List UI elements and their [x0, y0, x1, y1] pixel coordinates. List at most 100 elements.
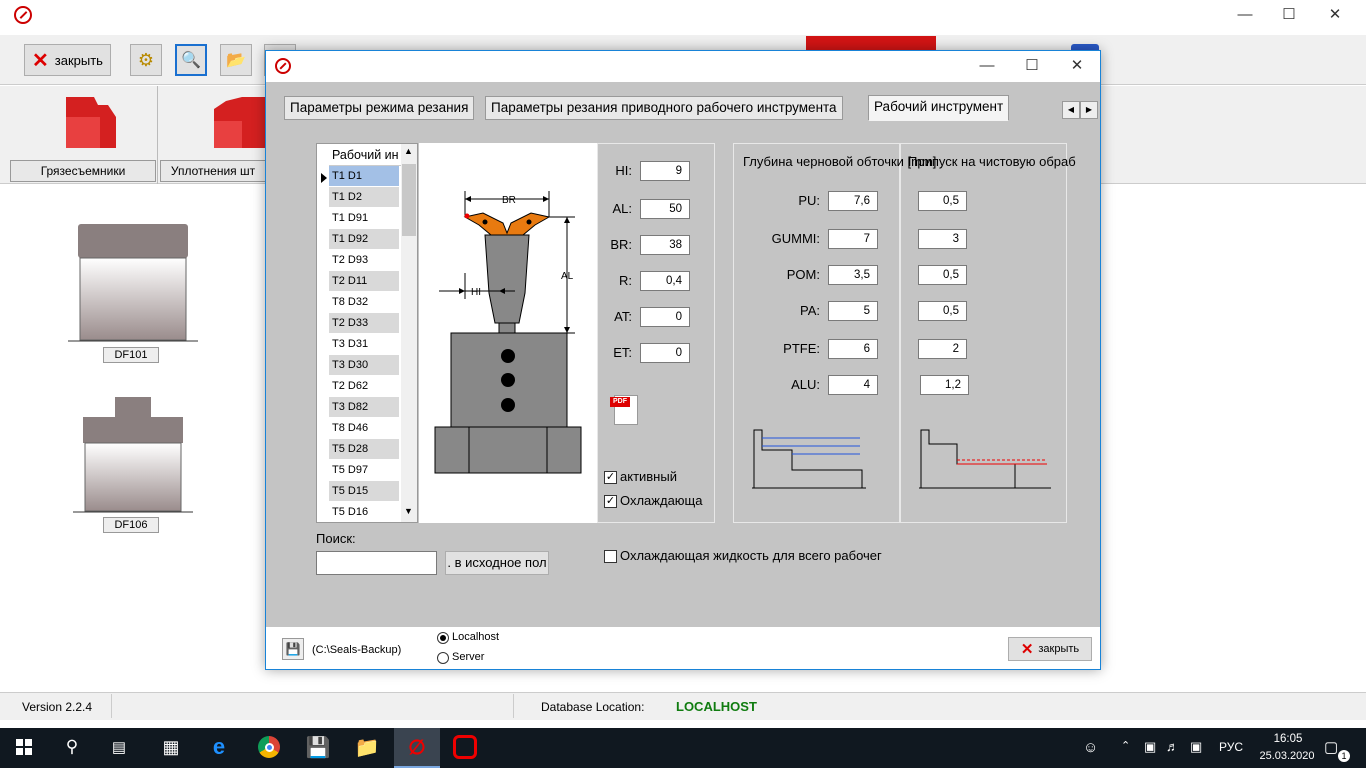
tool-list-item[interactable]: T3 D31 — [329, 334, 399, 354]
language-indicator[interactable]: РУС — [1219, 740, 1243, 754]
clock-date[interactable]: 25.03.2020 — [1254, 750, 1320, 762]
radio-localhost-label: Localhost — [452, 631, 500, 643]
open-folder-icon[interactable]: 📂 — [220, 44, 252, 76]
notifications-icon[interactable]: ▢ — [1324, 738, 1338, 756]
battery-icon[interactable]: ▣ — [1190, 739, 1202, 755]
param-input[interactable]: 0 — [640, 343, 690, 363]
finish-allowance-input[interactable]: 2 — [918, 339, 967, 359]
active-checkbox[interactable]: ✓ — [604, 471, 617, 484]
tool-list-item[interactable]: T2 D93 — [329, 250, 399, 270]
rough-depth-input[interactable]: 3,5 — [828, 265, 878, 285]
param-input[interactable]: 50 — [640, 199, 690, 219]
save-app-icon[interactable]: 💾 — [303, 732, 333, 762]
search-taskbar-icon[interactable]: ⚲ — [57, 732, 87, 762]
finish-allowance-input[interactable]: 3 — [918, 229, 967, 249]
edge-icon[interactable]: e — [204, 732, 234, 762]
param-input[interactable]: 0 — [640, 307, 690, 327]
tools-icon[interactable]: ⚙ — [130, 44, 162, 76]
volume-icon[interactable]: ♬ — [1166, 739, 1179, 754]
finish-allowance-input[interactable]: 0,5 — [918, 265, 967, 285]
cooling-checkbox[interactable]: ✓ — [604, 495, 617, 508]
tool-list-item[interactable]: T5 D15 — [329, 481, 399, 501]
tool-list-item[interactable]: T5 D16 — [329, 502, 399, 522]
material-label: PTFE: — [783, 341, 820, 356]
rough-depth-input[interactable]: 7 — [828, 229, 878, 249]
tool-list-item[interactable]: T1 D2 — [329, 187, 399, 207]
network-icon[interactable]: ▣ — [1144, 739, 1156, 755]
dialog-minimize-icon[interactable]: — — [964, 51, 1010, 81]
tool-list-item[interactable]: T1 D91 — [329, 208, 399, 228]
tab-driven-tool-params[interactable]: Параметры резания приводного рабочего ин… — [485, 96, 843, 120]
rough-depth-input[interactable]: 4 — [828, 375, 878, 395]
status-divider — [111, 694, 112, 718]
tab-scroll-left-icon[interactable]: ◀ — [1062, 101, 1080, 119]
tool-list-item[interactable]: T5 D28 — [329, 439, 399, 459]
coolant-all-checkbox[interactable] — [604, 550, 617, 563]
pdf-icon[interactable]: PDF — [610, 395, 640, 425]
tool-list-item[interactable]: T8 D32 — [329, 292, 399, 312]
chrome-icon[interactable] — [254, 732, 284, 762]
finish-allowance-input[interactable]: 0,5 — [918, 191, 967, 211]
param-input[interactable]: 38 — [640, 235, 690, 255]
show-hidden-icon[interactable]: ⌃ — [1121, 739, 1130, 752]
cooling-checkbox-label: Охлаждающа — [620, 493, 703, 508]
seals-app-icon[interactable]: ∅ — [402, 732, 432, 762]
explorer-icon[interactable]: 📁 — [352, 732, 382, 762]
product-df101-label[interactable]: DF101 — [103, 347, 159, 363]
tool-list-item[interactable]: T1 D1 — [329, 166, 399, 186]
tool-list-item[interactable]: T2 D11 — [329, 271, 399, 291]
category-wipers[interactable]: Грязесъемники — [10, 160, 156, 182]
tool-diagram-image: BR AL HI — [434, 191, 582, 474]
tab-working-tool[interactable]: Рабочий инструмент — [868, 95, 1010, 121]
maximize-icon[interactable]: ☐ — [1266, 0, 1312, 30]
notification-count-badge: 1 — [1338, 750, 1350, 762]
backup-icon[interactable]: 💾 — [282, 638, 304, 660]
calculator-icon[interactable]: ▦ — [156, 732, 186, 762]
rough-depth-input[interactable]: 7,6 — [828, 191, 878, 211]
search-preview-icon[interactable]: 🔍 — [175, 44, 207, 76]
tab-cutting-mode[interactable]: Параметры режима резания — [284, 96, 475, 120]
param-input[interactable]: 0,4 — [640, 271, 690, 291]
tool-list-scrollbar[interactable]: ▲ ▼ — [401, 144, 417, 522]
scroll-down-icon[interactable]: ▼ — [404, 506, 413, 516]
diagram-br-label: BR — [502, 195, 516, 206]
tool-list[interactable]: Рабочий ин T1 D1 T1 D2 T1 D91 T1 D92 T2 D93 T… — [316, 143, 418, 523]
reset-position-button[interactable]: . в исходное пол — [445, 551, 549, 575]
dialog-maximize-icon[interactable]: ☐ — [1009, 51, 1055, 81]
category-rod-seals[interactable]: Уплотнения шт — [160, 160, 266, 182]
dialog-close-icon[interactable]: ✕ — [1054, 51, 1100, 81]
tool-list-item[interactable]: T5 D97 — [329, 460, 399, 480]
tab-scroll-right-icon[interactable]: ▶ — [1080, 101, 1098, 119]
tool-list-item[interactable]: T3 D30 — [329, 355, 399, 375]
product-df106-label[interactable]: DF106 — [103, 517, 159, 533]
tool-list-item[interactable]: T2 D62 — [329, 376, 399, 396]
row-pointer-icon — [321, 173, 327, 183]
scroll-thumb[interactable] — [402, 164, 416, 236]
close-icon[interactable]: ✕ — [1312, 0, 1358, 30]
task-view-icon[interactable]: ▤ — [104, 732, 134, 762]
finish-allowance-input[interactable]: 0,5 — [918, 301, 967, 321]
search-input[interactable] — [316, 551, 437, 575]
search-label: Поиск: — [316, 531, 356, 546]
tool-list-item[interactable]: T8 D46 — [329, 418, 399, 438]
rough-turning-diagram — [752, 429, 866, 489]
main-close-button[interactable]: ✕ закрыть — [24, 44, 111, 76]
people-icon[interactable]: ☺ — [1083, 739, 1098, 756]
rough-depth-input[interactable]: 5 — [828, 301, 878, 321]
stop-app-icon[interactable] — [450, 732, 480, 762]
clock-time[interactable]: 16:05 — [1266, 733, 1310, 745]
dialog-close-button[interactable]: ✕ закрыть — [1008, 637, 1092, 661]
minimize-icon[interactable]: — — [1222, 0, 1268, 30]
finish-allowance-input[interactable]: 1,2 — [920, 375, 969, 395]
tool-list-item[interactable]: T1 D92 — [329, 229, 399, 249]
scroll-up-icon[interactable]: ▲ — [404, 146, 413, 156]
radio-server[interactable] — [437, 652, 449, 664]
material-label: GUMMI: — [771, 231, 820, 246]
tool-list-item[interactable]: T2 D33 — [329, 313, 399, 333]
start-icon[interactable] — [9, 732, 39, 762]
radio-localhost[interactable] — [437, 632, 449, 644]
tool-list-item[interactable]: T3 D82 — [329, 397, 399, 417]
rough-depth-input[interactable]: 6 — [828, 339, 878, 359]
brand-logo-icon — [806, 36, 936, 50]
param-input[interactable]: 9 — [640, 161, 690, 181]
